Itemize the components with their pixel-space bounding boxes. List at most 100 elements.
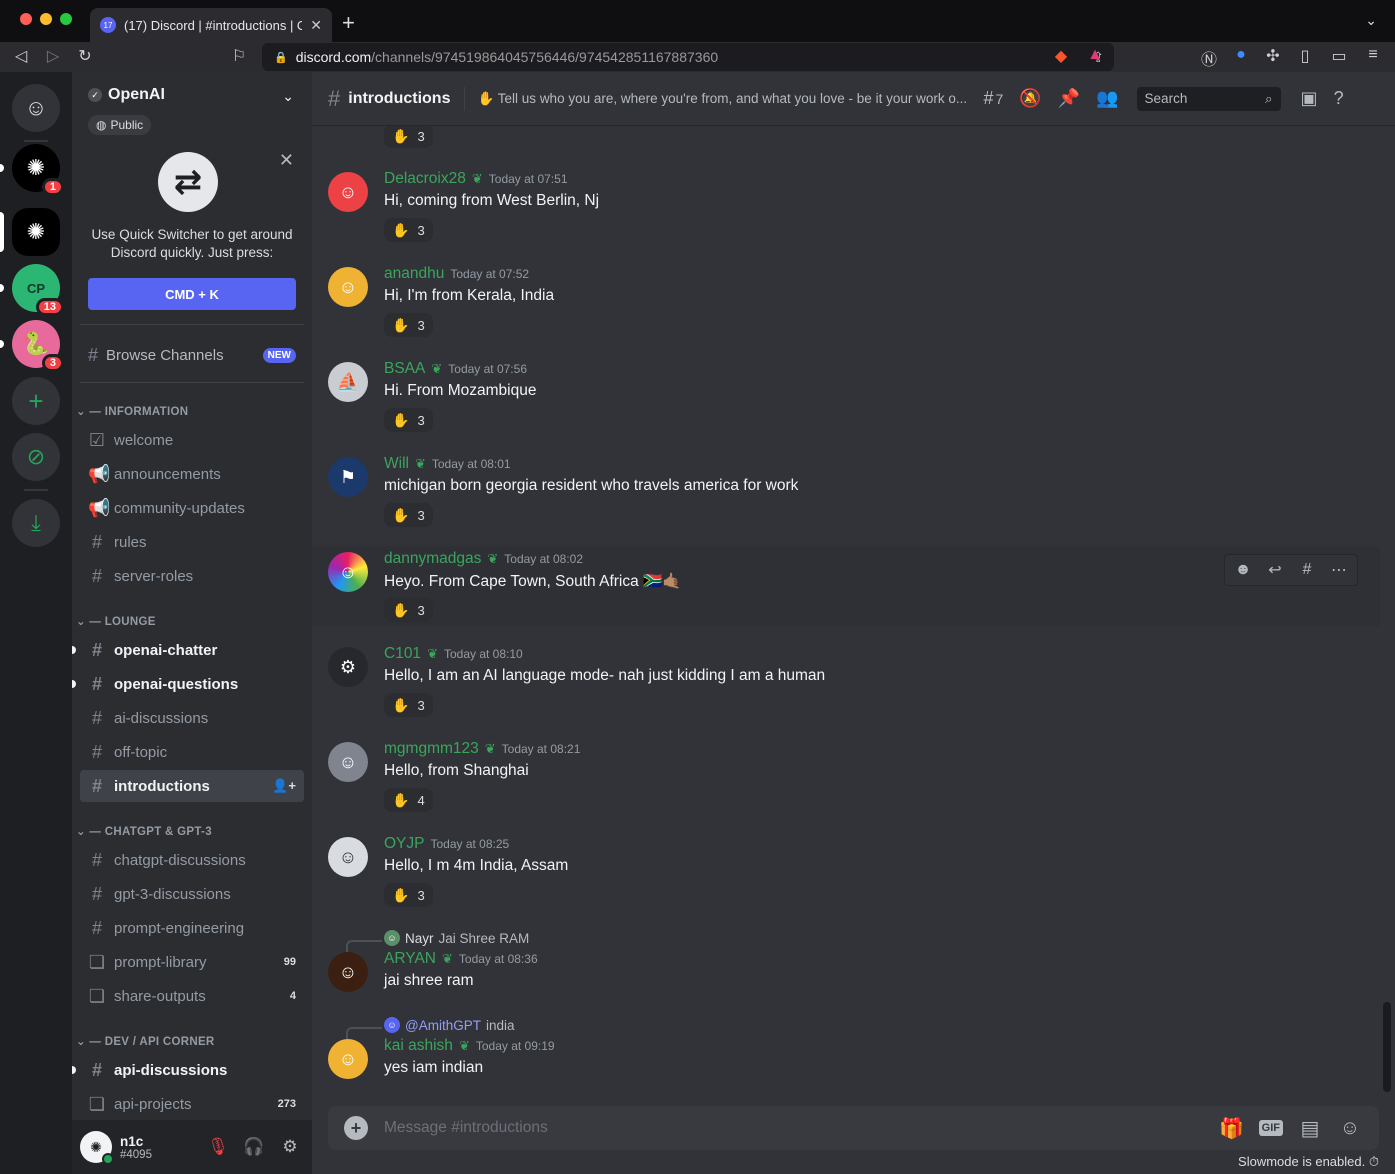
channel-announcements[interactable]: 📢 announcements <box>80 458 304 490</box>
server-openai[interactable]: ✺ <box>12 208 60 256</box>
reaction-wave[interactable]: ✋ 3 <box>384 503 433 527</box>
download-apps-button[interactable]: ⤓ <box>12 499 60 547</box>
avatar[interactable]: ⚙ <box>328 647 368 687</box>
channel-share-outputs[interactable]: ❏ share-outputs 4 <box>80 980 304 1012</box>
category-information[interactable]: ⌄ — INFORMATION <box>76 404 188 418</box>
threads-button[interactable]: #7 <box>983 88 1003 109</box>
discord-home-button[interactable]: ☺ <box>12 84 60 132</box>
menu-icon[interactable]: ≡ <box>1362 46 1384 64</box>
category-dev[interactable]: ⌄ — DEV / API CORNER <box>76 1034 215 1048</box>
author-name[interactable]: mgmgmm123 <box>384 740 479 758</box>
headphones-icon[interactable]: 🎧 <box>240 1137 268 1157</box>
channel-ai-discussions[interactable]: # ai-discussions <box>80 702 304 734</box>
brave-rewards-icon[interactable]: ▲ <box>1084 46 1106 64</box>
close-tab-icon[interactable]: ✕ <box>310 17 322 34</box>
scrollbar-thumb[interactable] <box>1383 1002 1391 1092</box>
category-lounge[interactable]: ⌄ — LOUNGE <box>76 614 156 628</box>
channel-api-discussions[interactable]: # api-discussions <box>72 1054 304 1086</box>
author-name[interactable]: Delacroix28 <box>384 170 466 188</box>
avatar[interactable]: ☺ <box>328 742 368 782</box>
emoji-icon[interactable]: ☺ <box>1337 1117 1363 1140</box>
back-icon[interactable]: ◁ <box>10 46 32 66</box>
reaction-wave[interactable]: ✋ 3 <box>384 693 433 717</box>
author-name[interactable]: dannymadgas <box>384 550 481 568</box>
bookmark-icon[interactable]: ⚐ <box>228 46 250 66</box>
channel-openai-chatter[interactable]: # openai-chatter <box>72 634 304 666</box>
close-icon[interactable]: ✕ <box>279 150 294 171</box>
reaction-wave[interactable]: ✋ 3 <box>384 313 433 337</box>
help-icon[interactable]: ? <box>1334 88 1344 109</box>
inbox-icon[interactable]: ▣ <box>1301 88 1318 109</box>
channel-server-roles[interactable]: # server-roles <box>80 560 304 592</box>
pin-icon[interactable]: 📌 <box>1058 88 1080 109</box>
close-window-button[interactable] <box>20 13 32 25</box>
chevron-down-icon[interactable]: ⌄ <box>1365 12 1377 29</box>
gif-button[interactable]: GIF <box>1258 1120 1283 1136</box>
extension-icon[interactable]: ● <box>1230 46 1252 64</box>
reload-icon[interactable]: ↻ <box>74 46 96 66</box>
channel-openai-questions[interactable]: # openai-questions <box>72 668 304 700</box>
author-name[interactable]: kai ashish <box>384 1037 453 1055</box>
reaction-wave[interactable]: ✋ 3 <box>384 218 433 242</box>
gift-icon[interactable]: 🎁 <box>1219 1116 1245 1141</box>
reaction-wave[interactable]: ✋ 3 <box>384 883 433 907</box>
avatar[interactable]: ⚑ <box>328 457 368 497</box>
browser-tab[interactable]: 17 (17) Discord | #introductions | O ✕ <box>90 8 332 42</box>
member-list-icon[interactable]: 👥 <box>1096 88 1118 109</box>
notifications-muted-icon[interactable]: 🔕 <box>1019 88 1041 109</box>
avatar[interactable]: ☺ <box>328 267 368 307</box>
avatar[interactable]: ☺ <box>328 952 368 992</box>
chevron-down-icon[interactable]: ⌄ <box>282 88 294 105</box>
channel-welcome[interactable]: ☑ welcome <box>80 424 304 456</box>
avatar[interactable]: ☺ <box>328 1039 368 1079</box>
explore-servers-button[interactable]: ⊘ <box>12 433 60 481</box>
avatar[interactable]: ✺ <box>80 1131 114 1165</box>
channel-introductions[interactable]: # introductions 👤+ <box>80 770 304 802</box>
message-input[interactable]: Message #introductions <box>384 1119 1205 1137</box>
mute-mic-icon[interactable]: 🎙 <box>204 1137 232 1157</box>
author-name[interactable]: OYJP <box>384 835 424 853</box>
brave-shield-icon[interactable]: ◆ <box>1050 46 1072 66</box>
message-composer[interactable]: + Message #introductions 🎁 GIF ▤ ☺ <box>328 1106 1379 1150</box>
sticker-icon[interactable]: ▤ <box>1297 1116 1323 1141</box>
author-name[interactable]: Will <box>384 455 409 473</box>
channel-gpt-3-discussions[interactable]: # gpt-3-discussions <box>80 878 304 910</box>
author-name[interactable]: ARYAN <box>384 950 436 968</box>
channel-community-updates[interactable]: 📢 community-updates <box>80 492 304 524</box>
author-name[interactable]: BSAA <box>384 360 425 378</box>
author-name[interactable]: anandhu <box>384 265 444 283</box>
reaction-wave[interactable]: ✋ 3 <box>384 408 433 432</box>
channel-topic[interactable]: ✋ Tell us who you are, where you're from… <box>477 91 967 107</box>
add-member-icon[interactable]: 👤+ <box>272 778 296 794</box>
server-cp[interactable]: CP 13 <box>12 264 64 316</box>
search-input[interactable]: Search ⌕ <box>1136 86 1281 111</box>
author-name[interactable]: C101 <box>384 645 421 663</box>
add-attachment-icon[interactable]: + <box>344 1116 368 1140</box>
avatar[interactable]: ☺ <box>328 172 368 212</box>
reaction-wave[interactable]: ✋ 3 <box>384 598 433 622</box>
minimize-window-button[interactable] <box>40 13 52 25</box>
channel-chatgpt-discussions[interactable]: # chatgpt-discussions <box>80 844 304 876</box>
avatar[interactable]: ⛵ <box>328 362 368 402</box>
add-server-button[interactable]: + <box>12 377 60 425</box>
address-bar[interactable]: 🔒 discord.com /channels/9745198640457564… <box>262 43 1114 71</box>
channel-rules[interactable]: # rules <box>80 526 304 558</box>
gear-icon[interactable]: ⚙ <box>276 1137 304 1157</box>
server-openai-notify[interactable]: ✺ 1 <box>12 144 64 196</box>
notion-extension-icon[interactable]: Ⓝ <box>1198 46 1220 70</box>
replied-message[interactable]: ☺ @AmithGPT india <box>384 1017 515 1033</box>
reaction-wave[interactable]: ✋ 4 <box>384 788 433 812</box>
reaction-wave[interactable]: ✋ 3 <box>384 126 433 148</box>
forward-icon[interactable]: ▷ <box>42 46 64 66</box>
server-python[interactable]: 🐍 3 <box>12 320 64 372</box>
channel-prompt-library[interactable]: ❏ prompt-library 99 <box>80 946 304 978</box>
browse-channels-button[interactable]: # Browse Channels NEW <box>80 338 304 372</box>
wallet-icon[interactable]: ▭ <box>1328 46 1350 66</box>
replied-message[interactable]: ☺ Nayr Jai Shree RAM <box>384 930 529 946</box>
puzzle-extensions-icon[interactable]: ✣ <box>1262 46 1284 66</box>
avatar[interactable]: ☺ <box>328 552 368 592</box>
category-chatgpt[interactable]: ⌄ — CHATGPT & GPT-3 <box>76 824 212 838</box>
new-tab-icon[interactable]: + <box>342 10 355 36</box>
sidebar-toggle-icon[interactable]: ▯ <box>1294 46 1316 66</box>
channel-off-topic[interactable]: # off-topic <box>80 736 304 768</box>
